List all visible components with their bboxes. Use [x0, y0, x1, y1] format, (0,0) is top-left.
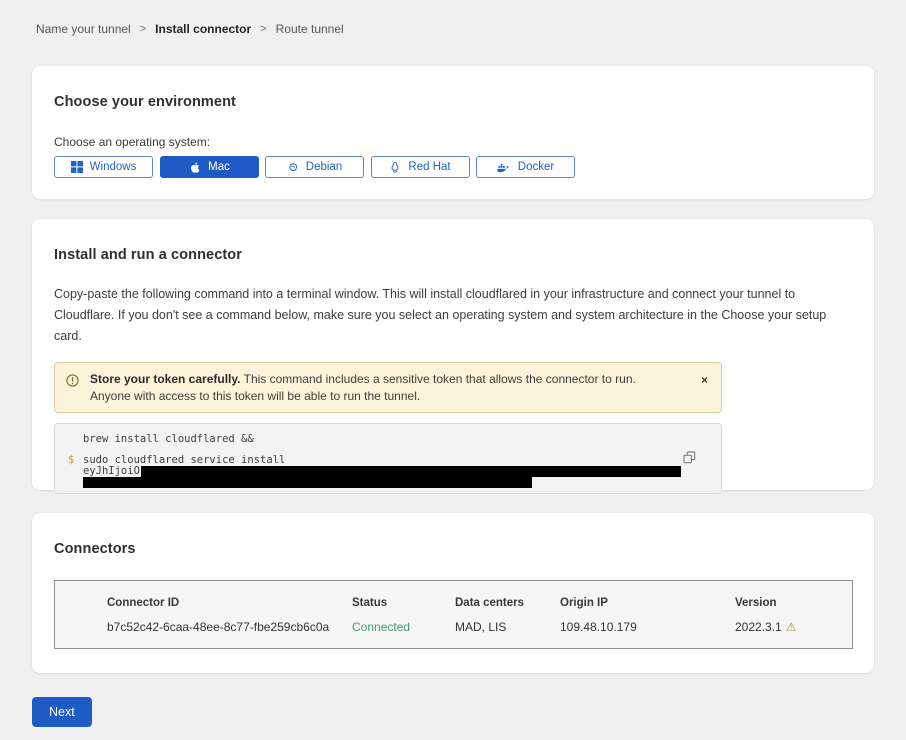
header-connector-id: Connector ID [107, 597, 352, 609]
redacted-token-bar [83, 477, 532, 488]
breadcrumb-step-route-tunnel[interactable]: Route tunnel [276, 22, 344, 36]
apple-icon [188, 161, 201, 174]
close-icon[interactable]: × [701, 374, 708, 386]
breadcrumb-separator: > [140, 23, 146, 35]
os-button-debian[interactable]: Debian [265, 156, 364, 178]
connectors-card-title: Connectors [54, 541, 852, 557]
os-button-label: Debian [306, 161, 342, 173]
docker-icon [497, 162, 511, 173]
windows-icon [71, 161, 83, 173]
os-button-label: Mac [208, 161, 230, 173]
install-command-code-block: $ brew install cloudflared && sudo cloud… [54, 423, 722, 494]
table-header-row: Connector ID Status Data centers Origin … [107, 597, 852, 609]
status-badge: Connected [352, 620, 455, 634]
token-prefix: eyJhIjoiO [83, 465, 140, 477]
code-line-token: eyJhIjoiO [83, 465, 681, 477]
next-button[interactable]: Next [32, 697, 92, 727]
breadcrumb-step-name-tunnel[interactable]: Name your tunnel [36, 22, 131, 36]
os-button-label: Docker [518, 161, 554, 173]
header-status: Status [352, 597, 455, 609]
environment-card-title: Choose your environment [54, 94, 852, 110]
terminal-prompt: $ [68, 454, 74, 466]
redacted-token-bar [141, 466, 681, 477]
choose-environment-card: Choose your environment Choose an operat… [32, 66, 874, 199]
header-version: Version [735, 597, 850, 609]
install-card-title: Install and run a connector [54, 247, 852, 263]
connectors-table: Connector ID Status Data centers Origin … [54, 580, 853, 649]
breadcrumb-separator: > [260, 23, 266, 35]
header-origin-ip: Origin IP [560, 597, 735, 609]
warning-title: Store your token carefully. [90, 372, 241, 386]
copy-icon[interactable] [683, 451, 696, 467]
breadcrumb: Name your tunnel > Install connector > R… [36, 22, 344, 36]
os-button-label: Windows [90, 161, 137, 173]
table-row: b7c52c42-6caa-48ee-8c77-fbe259cb6c0a Con… [107, 620, 852, 634]
code-line-brew-install: brew install cloudflared && [83, 433, 254, 445]
os-button-docker[interactable]: Docker [476, 156, 575, 178]
alert-circle-icon [66, 374, 79, 392]
tunnel-setup-page: Name your tunnel > Install connector > R… [0, 0, 906, 740]
header-data-centers: Data centers [455, 597, 560, 609]
connector-id-value: b7c52c42-6caa-48ee-8c77-fbe259cb6c0a [107, 620, 352, 634]
os-select-label: Choose an operating system: [54, 135, 852, 149]
breadcrumb-step-install-connector[interactable]: Install connector [155, 22, 251, 36]
warning-triangle-icon: ⚠ [786, 620, 797, 634]
os-button-mac[interactable]: Mac [160, 156, 259, 178]
token-warning-banner: Store your token carefully. This command… [54, 362, 722, 413]
redhat-icon [389, 161, 401, 174]
data-centers-value: MAD, LIS [455, 620, 560, 634]
version-value: 2022.3.1⚠ [735, 620, 850, 634]
install-connector-card: Install and run a connector Copy-paste t… [32, 219, 874, 490]
install-description: Copy-paste the following command into a … [54, 284, 850, 347]
os-button-redhat[interactable]: Red Hat [371, 156, 470, 178]
os-button-row: Windows Mac Debian [54, 156, 852, 178]
debian-icon [287, 161, 299, 173]
origin-ip-value: 109.48.10.179 [560, 620, 735, 634]
os-button-windows[interactable]: Windows [54, 156, 153, 178]
os-button-label: Red Hat [408, 161, 450, 173]
connectors-card: Connectors Connector ID Status Data cent… [32, 513, 874, 673]
